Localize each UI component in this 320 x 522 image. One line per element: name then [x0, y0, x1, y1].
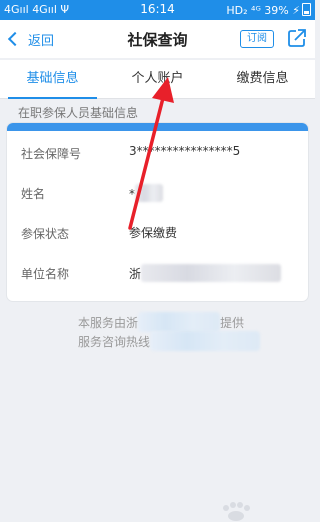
status-label: 参保状态: [21, 227, 70, 241]
card-header-stripe: [7, 123, 308, 131]
status-bar: 4Gııl 4Gııl Ψ 16:14 HD₂ ⁴ᴳ 39% ⚡: [0, 0, 315, 20]
subscribe-button[interactable]: 订阅: [240, 30, 274, 48]
status-right: HD₂ ⁴ᴳ 39% ⚡: [226, 3, 311, 17]
section-title: 在职参保人员基础信息: [18, 106, 139, 120]
redacted-employer: [141, 264, 282, 282]
info-row-status: 参保状态 参保缴费: [7, 213, 308, 253]
employer-value: 浙: [129, 264, 282, 282]
tab-personal-account[interactable]: 个人账户: [105, 60, 210, 98]
info-row-ssn: 社会保障号 3****************5: [7, 133, 308, 173]
ssn-label: 社会保障号: [21, 147, 82, 161]
nav-bar: 返回 社保查询 订阅: [0, 20, 315, 58]
footer-provider-prefix: 本服务由浙: [78, 316, 139, 330]
tab-bar: 基础信息 个人账户 缴费信息: [0, 60, 315, 99]
info-card: 社会保障号 3****************5 姓名 * 参保状态 参保缴费 …: [7, 123, 308, 301]
battery-icon: [302, 3, 311, 16]
footer-line-2: 服务咨询热线: [78, 331, 261, 351]
redacted-hotline: [150, 331, 261, 351]
name-value: *: [129, 184, 163, 202]
info-row-name: 姓名 *: [7, 173, 308, 213]
battery-text: HD₂ ⁴ᴳ 39%: [226, 4, 289, 17]
status-value: 参保缴费: [129, 226, 178, 240]
employer-label: 单位名称: [21, 267, 70, 281]
footer-hotline-prefix: 服务咨询热线: [78, 335, 151, 349]
employer-visible-part: 浙: [129, 267, 142, 281]
lightning-icon: ⚡: [292, 4, 300, 17]
footer-provider-suffix: 提供: [220, 316, 245, 330]
info-row-employer: 单位名称 浙: [7, 253, 308, 293]
tab-basic-info[interactable]: 基础信息: [0, 60, 105, 99]
footer-line-1: 本服务由浙 提供: [78, 312, 244, 332]
redacted-name: [135, 184, 163, 202]
watermark-logo-icon: [223, 502, 250, 521]
share-icon[interactable]: [287, 28, 307, 48]
redacted-provider: [138, 312, 221, 332]
ssn-value: 3****************5: [129, 144, 241, 158]
tab-payment-info[interactable]: 缴费信息: [210, 60, 315, 98]
name-label: 姓名: [21, 187, 46, 201]
